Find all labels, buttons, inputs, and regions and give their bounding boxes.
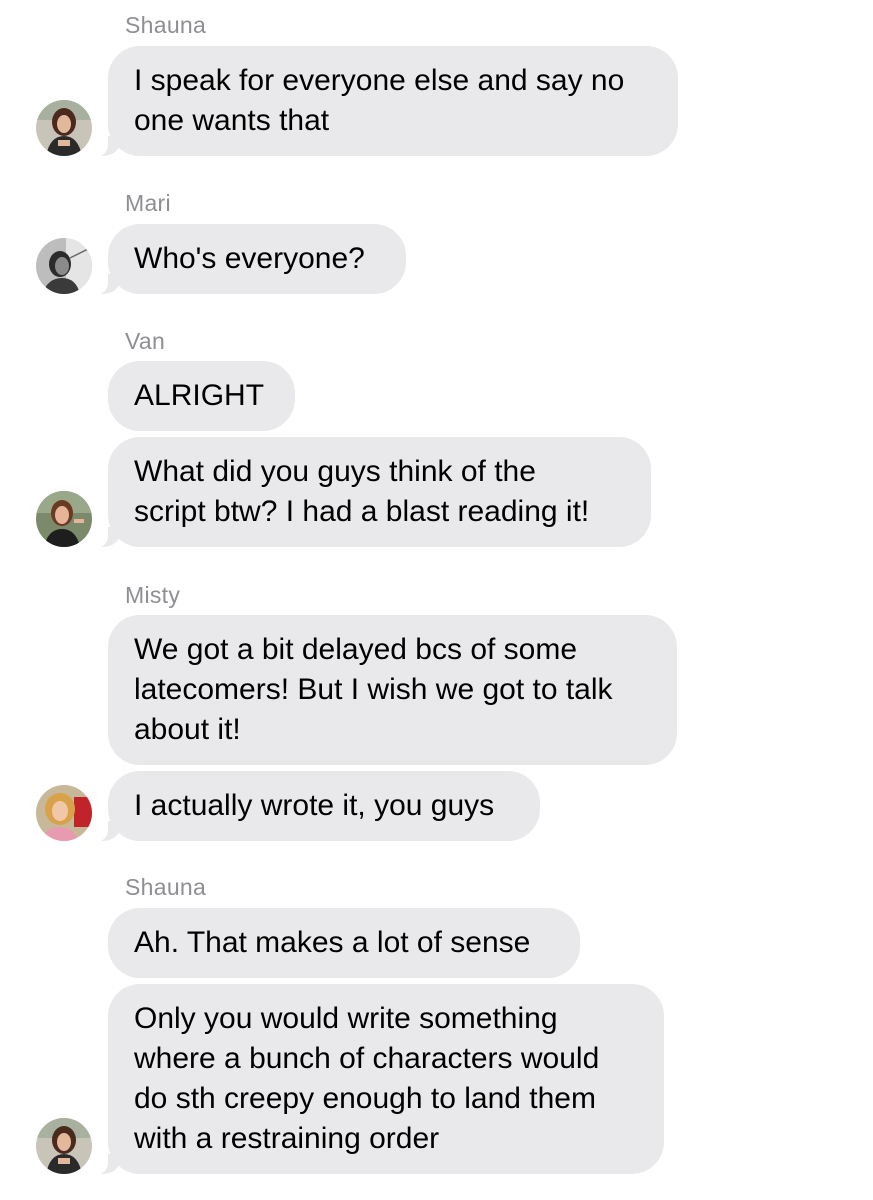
message-bubble[interactable]: Who's everyone?: [86, 224, 406, 295]
message-text: ALRIGHT: [134, 379, 265, 412]
van-avatar-icon[interactable]: [36, 491, 92, 547]
message-bubble[interactable]: Ah. That makes a lot of sense: [108, 908, 580, 978]
sender-name: Mari: [125, 190, 171, 216]
message-text: Ah. That makes a lot of sense: [134, 926, 531, 959]
message-text: Who's everyone?: [134, 242, 365, 275]
message-bubble[interactable]: Only you would write something where a b…: [86, 984, 664, 1175]
shauna-avatar-icon[interactable]: [36, 1118, 92, 1174]
message-bubble[interactable]: ALRIGHT: [108, 361, 295, 431]
misty-avatar-icon[interactable]: [36, 785, 92, 841]
message-text: I actually wrote it, you guys: [134, 789, 495, 822]
sender-name: Van: [125, 328, 166, 354]
shauna-avatar-icon[interactable]: [36, 100, 92, 156]
message-text: What did you guys think of the script bt…: [134, 455, 590, 528]
message-text: Only you would write something where a b…: [134, 1002, 600, 1155]
message-text: I speak for everyone else and say no one…: [134, 64, 625, 137]
sender-name: Shauna: [125, 12, 207, 38]
sender-name: Shauna: [125, 874, 207, 900]
message-bubble[interactable]: I speak for everyone else and say no one…: [86, 46, 678, 157]
sender-name: Misty: [125, 582, 181, 608]
message-text: We got a bit delayed bcs of some latecom…: [134, 633, 613, 746]
message-bubble[interactable]: What did you guys think of the script bt…: [86, 437, 651, 548]
message-bubble[interactable]: We got a bit delayed bcs of some latecom…: [108, 615, 677, 765]
mari-avatar-icon[interactable]: [36, 238, 92, 294]
message-thread: Shauna I speak for everyone else and say…: [0, 0, 873, 1200]
message-bubble[interactable]: I actually wrote it, you guys: [86, 771, 540, 842]
